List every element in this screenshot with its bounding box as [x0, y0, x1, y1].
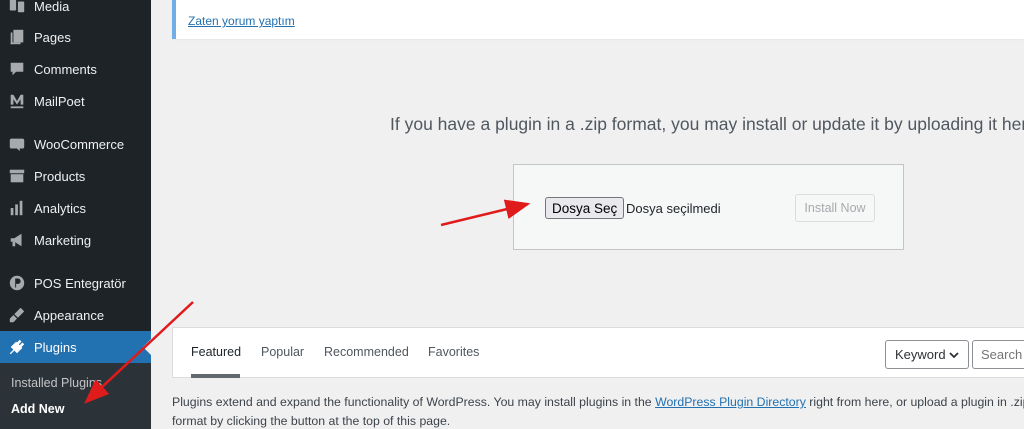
plugin-directory-link[interactable]: WordPress Plugin Directory [655, 395, 806, 409]
sidebar-item-label: POS Entegratör [34, 275, 126, 291]
pos-icon [0, 267, 34, 299]
plugins-submenu: Installed Plugins Add New [0, 363, 151, 429]
sidebar-item-label: Comments [34, 61, 97, 77]
admin-notice: Zaten yorum yaptım [172, 0, 1024, 39]
active-tab-indicator [191, 374, 240, 378]
tab-popular[interactable]: Popular [261, 345, 304, 359]
sidebar-item-media[interactable]: Media [0, 0, 151, 22]
sidebar-item-marketing[interactable]: Marketing [0, 224, 151, 256]
admin-sidebar: Media Pages Comments MailPoet WooCommerc… [0, 0, 151, 429]
sidebar-item-label: Pages [34, 29, 71, 45]
plugin-filter-bar: Featured Popular Recommended Favorites K… [172, 327, 1024, 378]
sidebar-item-pages[interactable]: Pages [0, 21, 151, 53]
search-plugins-input[interactable] [972, 340, 1024, 369]
submenu-add-new[interactable]: Add New [11, 402, 64, 416]
sidebar-item-analytics[interactable]: Analytics [0, 192, 151, 224]
notice-link[interactable]: Zaten yorum yaptım [188, 14, 295, 28]
submenu-installed-plugins[interactable]: Installed Plugins [11, 376, 102, 390]
sidebar-item-label: Marketing [34, 232, 92, 248]
appearance-icon [0, 299, 34, 331]
pages-icon [0, 21, 34, 53]
search-type-value: Keyword [895, 347, 946, 362]
chevron-down-icon [949, 352, 959, 359]
sidebar-item-appearance[interactable]: Appearance [0, 299, 151, 331]
upload-form: Dosya Seç Dosya seçilmedi Install Now [513, 164, 904, 250]
sidebar-item-label: Analytics [34, 200, 87, 216]
install-now-button[interactable]: Install Now [795, 194, 875, 222]
choose-file-button[interactable]: Dosya Seç [545, 197, 625, 219]
woocommerce-icon [0, 128, 34, 160]
upload-description: If you have a plugin in a .zip format, y… [390, 114, 1024, 134]
analytics-icon [0, 192, 34, 224]
mailpoet-icon [0, 85, 34, 117]
sidebar-item-label: Plugins [34, 339, 77, 355]
sidebar-item-label: Media [34, 0, 70, 14]
products-icon [0, 160, 34, 192]
sidebar-item-label: WooCommerce [34, 136, 125, 152]
plugins-icon [0, 331, 34, 363]
marketing-icon [0, 224, 34, 256]
sidebar-item-comments[interactable]: Comments [0, 53, 151, 85]
media-icon [0, 0, 34, 22]
search-type-select[interactable]: Keyword [885, 340, 969, 369]
sidebar-item-label: Products [34, 168, 86, 184]
tab-favorites[interactable]: Favorites [428, 345, 479, 359]
comments-icon [0, 53, 34, 85]
tab-featured[interactable]: Featured [191, 345, 241, 359]
no-file-chosen-text: Dosya seçilmedi [626, 201, 721, 216]
sidebar-item-products[interactable]: Products [0, 160, 151, 192]
sidebar-item-label: MailPoet [34, 93, 85, 109]
sidebar-item-mailpoet[interactable]: MailPoet [0, 85, 151, 117]
description-text-start: Plugins extend and expand the functional… [172, 395, 656, 409]
sidebar-item-label: Appearance [34, 307, 105, 323]
tab-recommended[interactable]: Recommended [324, 345, 409, 359]
plugins-description: Plugins extend and expand the functional… [172, 393, 1024, 429]
sidebar-item-plugins[interactable]: Plugins [0, 331, 151, 363]
sidebar-item-woocommerce[interactable]: WooCommerce [0, 128, 151, 160]
sidebar-item-pos-entegrator[interactable]: POS Entegratör [0, 267, 151, 299]
